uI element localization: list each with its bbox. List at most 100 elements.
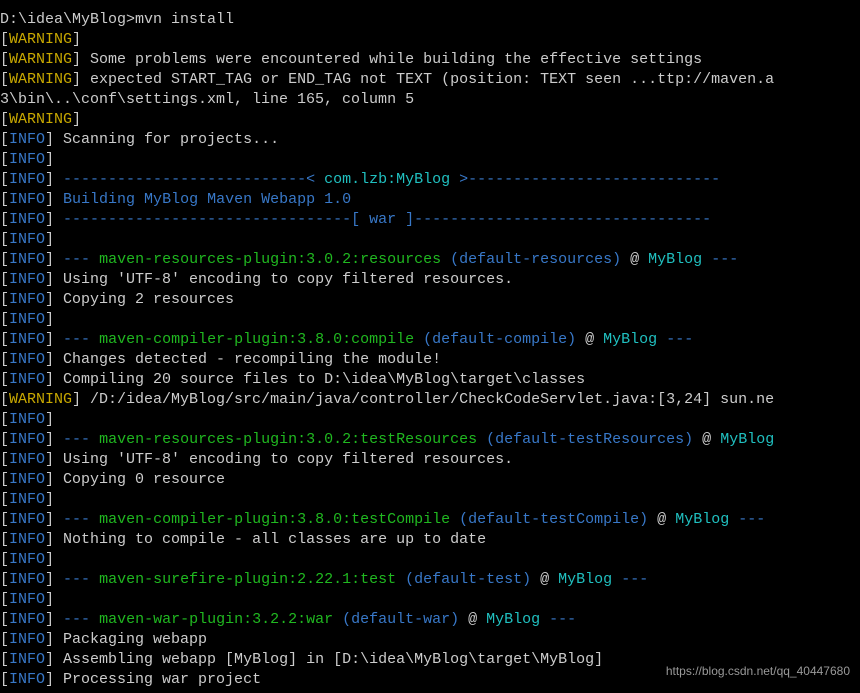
log-segment: ] Using 'UTF-8' encoding to copy filtere… [45, 451, 513, 468]
log-line: [WARNING] /D:/idea/MyBlog/src/main/java/… [0, 390, 860, 410]
log-segment: --- [657, 331, 693, 348]
log-segment: INFO [9, 531, 45, 548]
log-segment: [ [0, 611, 9, 628]
log-segment: ] [45, 191, 63, 208]
log-segment: INFO [9, 491, 45, 508]
log-segment: ] Some problems were encountered while b… [72, 51, 702, 68]
log-segment: ] [45, 591, 54, 608]
log-line: [INFO] --------------------------------[… [0, 210, 860, 230]
log-segment: WARNING [9, 71, 72, 88]
log-segment: ] Copying 2 resources [45, 291, 234, 308]
log-segment: [ [0, 291, 9, 308]
log-segment: --- [63, 511, 99, 528]
log-line: [INFO] Compiling 20 source files to D:\i… [0, 370, 860, 390]
log-line: [INFO] --- maven-resources-plugin:3.0.2:… [0, 430, 860, 450]
log-segment: INFO [9, 211, 45, 228]
log-segment: 3\bin\..\conf\settings.xml, line 165, co… [0, 91, 414, 108]
log-segment: WARNING [9, 31, 72, 48]
log-segment: maven-surefire-plugin:2.22.1:test [99, 571, 396, 588]
log-segment: [ [0, 431, 9, 448]
log-segment: ] Compiling 20 source files to D:\idea\M… [45, 371, 585, 388]
log-segment: INFO [9, 151, 45, 168]
log-segment: [ [0, 131, 9, 148]
log-segment: ] Copying 0 resource [45, 471, 225, 488]
log-line: 3\bin\..\conf\settings.xml, line 165, co… [0, 90, 860, 110]
log-segment: (default-testResources) [477, 431, 693, 448]
log-segment: INFO [9, 231, 45, 248]
log-segment: maven-war-plugin:3.2.2:war [99, 611, 333, 628]
log-segment: (default-testCompile) [450, 511, 648, 528]
log-segment: --- [702, 251, 738, 268]
log-segment: INFO [9, 191, 45, 208]
log-line: [INFO] Using 'UTF-8' encoding to copy fi… [0, 450, 860, 470]
log-segment: [ [0, 71, 9, 88]
log-segment: INFO [9, 611, 45, 628]
log-segment: [ [0, 371, 9, 388]
log-segment: ] [45, 551, 54, 568]
log-segment: --- [63, 251, 99, 268]
log-segment: [ [0, 671, 9, 688]
log-segment: INFO [9, 251, 45, 268]
log-segment: INFO [9, 451, 45, 468]
log-segment: INFO [9, 331, 45, 348]
log-segment: ] Nothing to compile - all classes are u… [45, 531, 486, 548]
log-line: [INFO] [0, 490, 860, 510]
log-segment: ] Changes detected - recompiling the mod… [45, 351, 441, 368]
log-segment: INFO [9, 171, 45, 188]
log-segment: ] /D:/idea/MyBlog/src/main/java/controll… [72, 391, 774, 408]
log-segment: [ [0, 31, 9, 48]
log-line: [INFO] Copying 0 resource [0, 470, 860, 490]
log-segment: Building MyBlog Maven Webapp 1.0 [63, 191, 351, 208]
log-segment: WARNING [9, 51, 72, 68]
log-line: [WARNING] Some problems were encountered… [0, 50, 860, 70]
log-segment: [ [0, 231, 9, 248]
log-line: [INFO] Packaging webapp [0, 630, 860, 650]
log-segment: ] [45, 251, 63, 268]
log-segment: (default-war) [333, 611, 459, 628]
log-segment: INFO [9, 411, 45, 428]
log-line: [INFO] [0, 550, 860, 570]
command-text: mvn install [135, 11, 234, 28]
log-segment: [ [0, 471, 9, 488]
log-segment: com.lzb:MyBlog [324, 171, 450, 188]
log-segment: ] [45, 411, 54, 428]
log-segment: ] [45, 571, 63, 588]
log-line: [INFO] Copying 2 resources [0, 290, 860, 310]
log-line: [INFO] Building MyBlog Maven Webapp 1.0 [0, 190, 860, 210]
log-line: [INFO] --- maven-compiler-plugin:3.8.0:c… [0, 330, 860, 350]
log-segment: INFO [9, 651, 45, 668]
log-line: [INFO] [0, 410, 860, 430]
log-line: [INFO] Scanning for projects... [0, 130, 860, 150]
log-segment: --- [612, 571, 648, 588]
log-segment: [ [0, 551, 9, 568]
log-segment: [ [0, 111, 9, 128]
log-segment: MyBlog [558, 571, 612, 588]
log-segment: ] [45, 611, 63, 628]
log-segment: >---------------------------- [450, 171, 720, 188]
log-segment: ---------------------------< [63, 171, 324, 188]
log-segment: MyBlog [486, 611, 540, 628]
log-segment: [ [0, 531, 9, 548]
log-segment: [ [0, 331, 9, 348]
log-segment: [ [0, 491, 9, 508]
log-segment: [ [0, 411, 9, 428]
log-segment: MyBlog [675, 511, 729, 528]
log-segment: [ [0, 311, 9, 328]
prompt-path: D:\idea\MyBlog> [0, 11, 135, 28]
log-segment: maven-compiler-plugin:3.8.0:testCompile [99, 511, 450, 528]
log-segment: [ [0, 651, 9, 668]
log-segment: ] [45, 491, 54, 508]
log-segment: [ [0, 571, 9, 588]
log-line: [INFO] --- maven-compiler-plugin:3.8.0:t… [0, 510, 860, 530]
log-segment: [ [0, 591, 9, 608]
watermark-text: https://blog.csdn.net/qq_40447680 [666, 661, 850, 681]
log-segment: maven-resources-plugin:3.0.2:testResourc… [99, 431, 477, 448]
log-segment: [ [0, 271, 9, 288]
log-segment: @ [531, 571, 558, 588]
log-line: [INFO] --- maven-surefire-plugin:2.22.1:… [0, 570, 860, 590]
log-line: [INFO] [0, 150, 860, 170]
log-segment: INFO [9, 631, 45, 648]
log-segment: --- [63, 331, 99, 348]
log-segment: @ [459, 611, 486, 628]
terminal-prompt-line: D:\idea\MyBlog>mvn install [0, 10, 860, 30]
